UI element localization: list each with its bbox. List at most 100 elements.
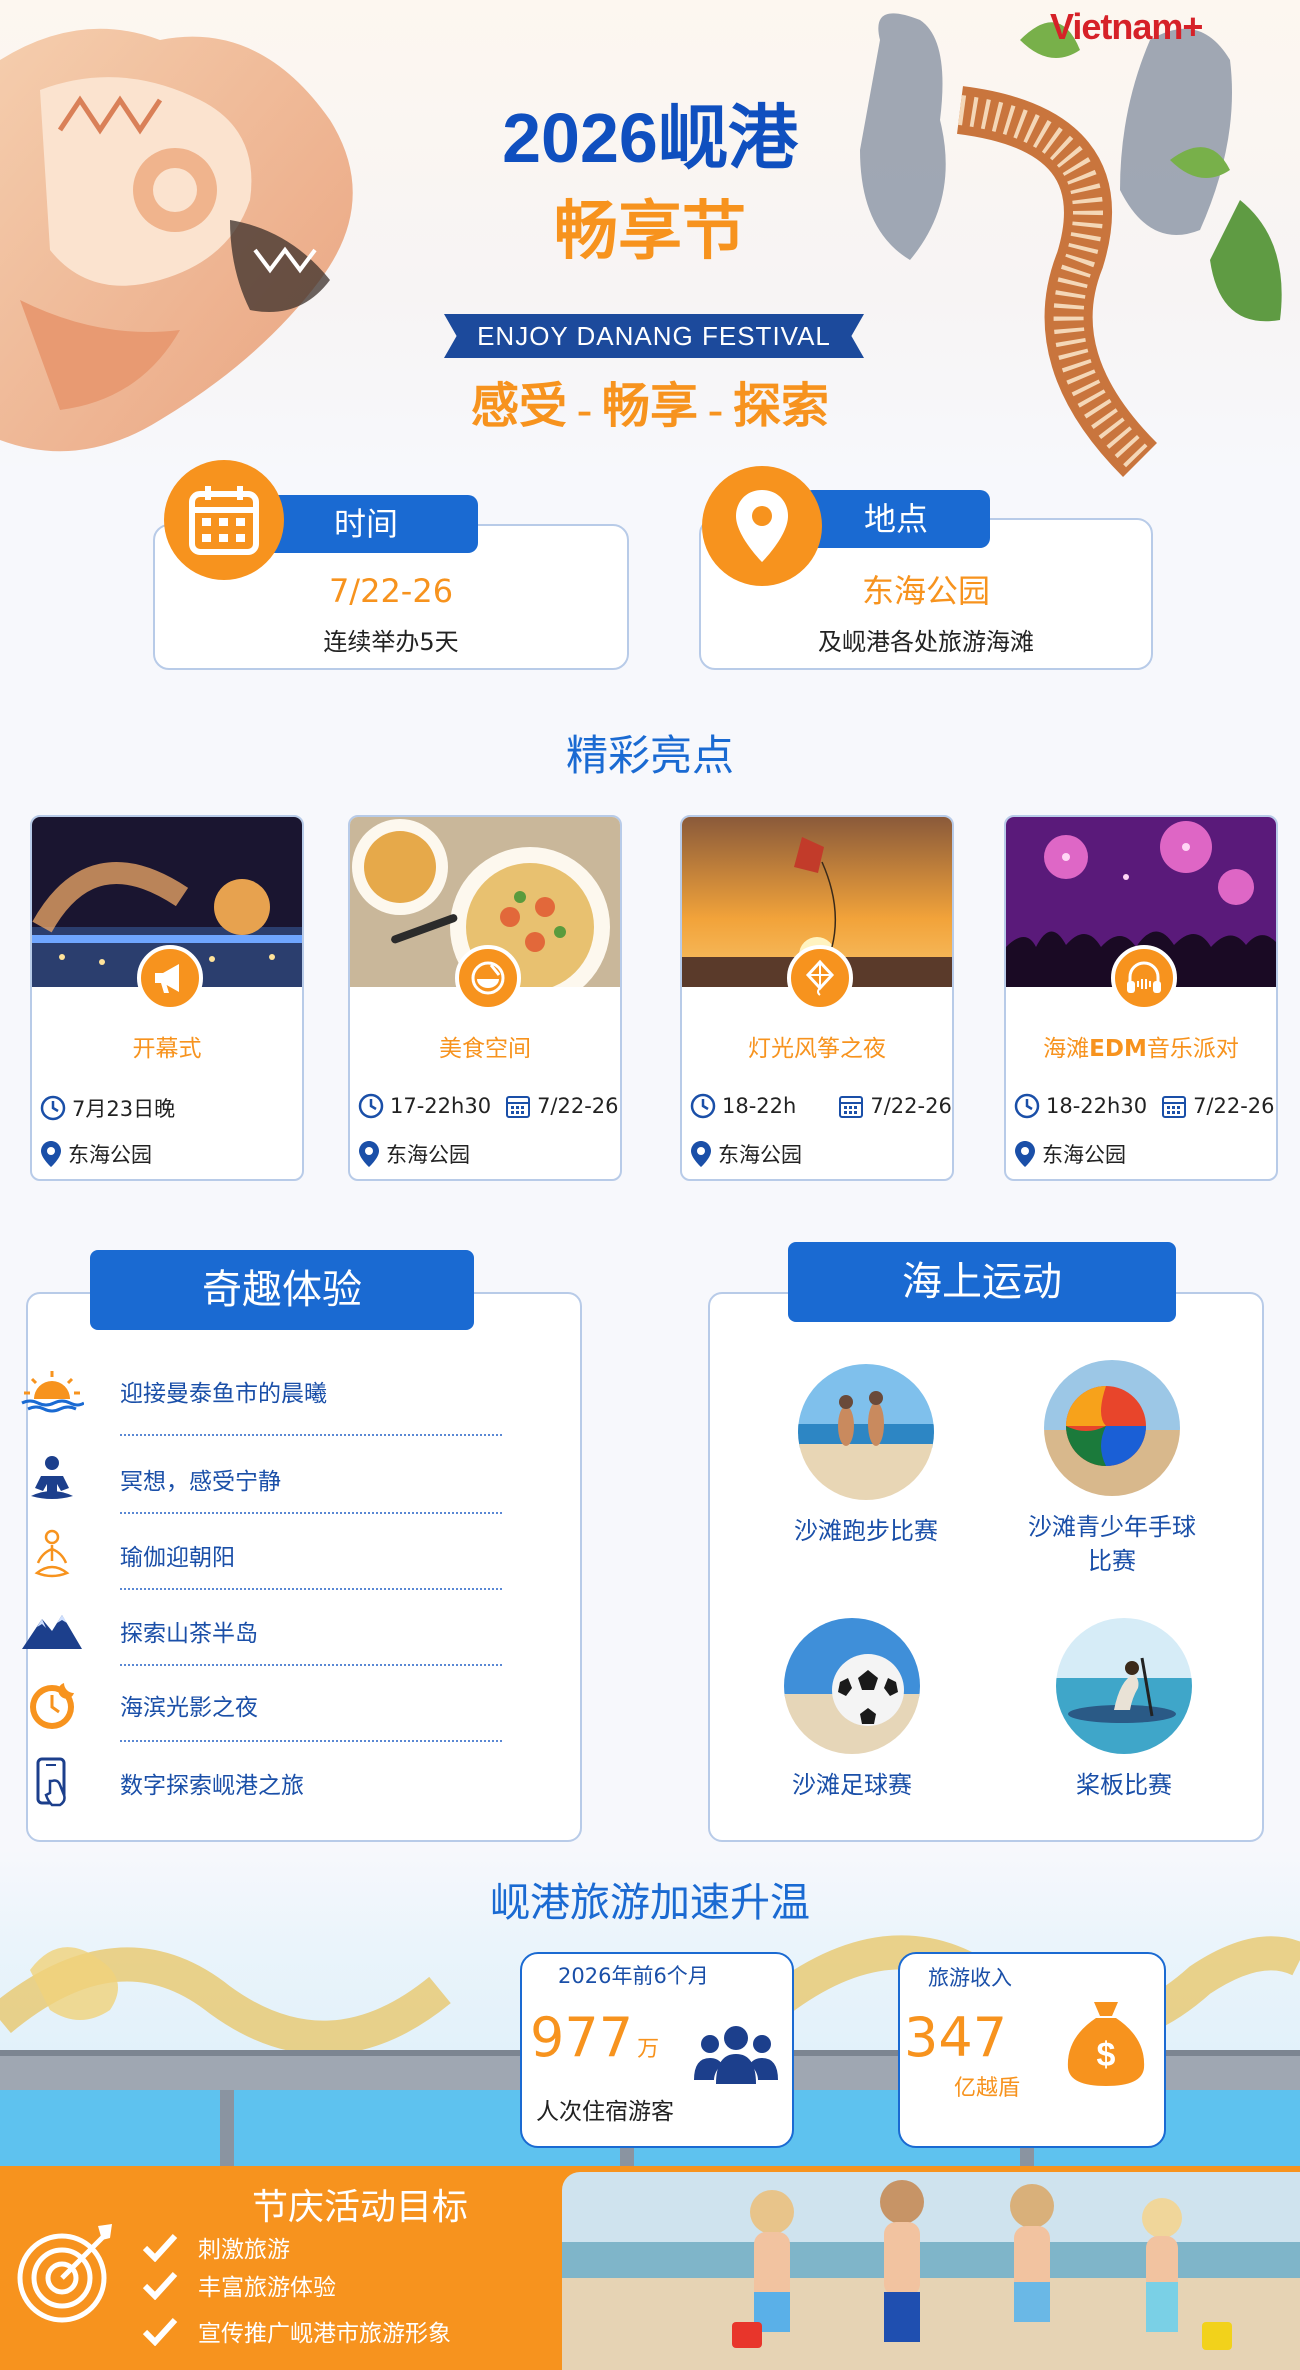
- clock-icon: [40, 1095, 66, 1121]
- tourism-title: 岘港旅游加速升温: [490, 1880, 810, 1926]
- place-sub: 及岘港各处旅游海滩: [818, 628, 1034, 656]
- highlight-card[interactable]: 开幕式 7月23日晚 东海公园: [30, 815, 304, 1181]
- checkmark-icon: [142, 2317, 178, 2346]
- checkmark-icon: [142, 2233, 178, 2262]
- location-pin-icon: [691, 1141, 711, 1167]
- highlight-place-row: 东海公园: [1014, 1139, 1126, 1169]
- highlight-title: 开幕式: [132, 1036, 202, 1062]
- highlight-time-row: 18-22h30 7/22-26: [1014, 1093, 1275, 1119]
- sport-item[interactable]: 桨板比赛: [1014, 1618, 1234, 1802]
- experience-item[interactable]: 探索山茶半岛: [20, 1596, 500, 1666]
- smartphone-icon: [20, 1755, 84, 1811]
- paddleboard-photo: [1056, 1618, 1192, 1754]
- time-dates: 7/22-26: [328, 572, 454, 610]
- highlight-date: 7/22-26: [537, 1094, 619, 1118]
- experience-item[interactable]: 冥想，感受宁静: [20, 1444, 500, 1514]
- divider: [120, 1664, 502, 1666]
- slogan-separator: –: [576, 395, 592, 430]
- visitors-unit: 万: [637, 2037, 660, 2062]
- experiences-tab: 奇趣体验: [90, 1250, 474, 1330]
- highlight-card[interactable]: 美食空间 17-22h30 7/22-26 东海公园: [348, 815, 622, 1181]
- place-tab: 地点: [802, 490, 990, 548]
- experience-item[interactable]: 迎接曼泰鱼市的晨曦: [20, 1356, 500, 1426]
- festival-english-ribbon: ENJOY DANANG FESTIVAL 2026: [444, 314, 864, 358]
- sport-item[interactable]: 沙滩足球赛: [742, 1618, 962, 1802]
- location-pin-icon: [1015, 1141, 1035, 1167]
- festival-slogan: 感受 – 畅享 – 探索: [300, 366, 1000, 436]
- sport-item[interactable]: 沙滩青少年手球 比赛: [1002, 1360, 1222, 1578]
- highlight-place: 东海公园: [1042, 1143, 1126, 1167]
- experience-item[interactable]: 海滨光影之夜: [20, 1670, 500, 1740]
- goal-item: 丰富旅游体验: [142, 2268, 336, 2302]
- slogan-word: 畅享: [601, 378, 698, 434]
- time-duration: 连续举办5天: [323, 628, 459, 656]
- highlight-card[interactable]: 灯光风筝之夜 18-22h 7/22-26 东海公园: [680, 815, 954, 1181]
- highlight-time-row: 7月23日晚: [40, 1093, 175, 1123]
- experience-label: 数字探索岘港之旅: [120, 1773, 304, 1799]
- people-icon: [694, 2022, 778, 2092]
- clock-icon: [690, 1093, 716, 1119]
- festival-subtitle: 畅享节: [554, 195, 746, 269]
- divider: [120, 1740, 502, 1742]
- experience-label: 冥想，感受宁静: [120, 1469, 281, 1495]
- title-city: 岘港: [657, 99, 798, 177]
- goal-item: 刺激旅游: [142, 2230, 290, 2264]
- sport-item[interactable]: 沙滩跑步比赛: [756, 1364, 976, 1548]
- sunrise-icon: [20, 1363, 84, 1419]
- experience-label: 海滨光影之夜: [120, 1695, 258, 1721]
- megaphone-icon: [137, 945, 203, 1011]
- highlights-title: 精彩亮点: [565, 731, 734, 780]
- experience-item[interactable]: 瑜伽迎朝阳: [20, 1520, 500, 1590]
- highlight-place: 东海公园: [718, 1143, 802, 1167]
- highlight-place: 东海公园: [68, 1143, 152, 1167]
- visitors-value: 977: [530, 2006, 634, 2069]
- sports-tab: 海上运动: [788, 1242, 1176, 1322]
- festival-title: 2026岘港: [300, 82, 1000, 183]
- highlight-date: 7/22-26: [870, 1094, 952, 1118]
- kite-icon: [787, 945, 853, 1011]
- highlight-date: 7/22-26: [1193, 1094, 1275, 1118]
- beach-ball-photo: [1044, 1360, 1180, 1496]
- checkmark-icon: [142, 2271, 178, 2300]
- calendar-small-icon: [839, 1096, 864, 1118]
- time-tab: 时间: [254, 495, 478, 553]
- slogan-word: 探索: [733, 378, 830, 434]
- moon-clock-icon: [20, 1677, 84, 1733]
- highlight-time: 18-22h30: [1046, 1094, 1148, 1118]
- goal-label: 宣传推广岘港市旅游形象: [198, 2321, 451, 2347]
- highlight-title: 灯光风筝之夜: [748, 1036, 886, 1062]
- beach-run-photo: [798, 1364, 934, 1500]
- highlight-time-row: 18-22h 7/22-26: [690, 1093, 952, 1119]
- experience-item[interactable]: 数字探索岘港之旅: [20, 1748, 500, 1818]
- sport-label: 沙滩青少年手球 比赛: [1002, 1510, 1222, 1578]
- money-bag-icon: $: [1066, 1998, 1146, 2092]
- calendar-small-icon: [1162, 1096, 1187, 1118]
- experience-label: 瑜伽迎朝阳: [120, 1545, 235, 1571]
- revenue-title: 旅游收入: [928, 1966, 1012, 1990]
- slogan-separator: –: [708, 395, 723, 430]
- goals-title: 节庆活动目标: [252, 2187, 469, 2228]
- goal-item: 宣传推广岘港市旅游形象: [142, 2314, 451, 2348]
- vietnamplus-logo[interactable]: Vietnam+: [1050, 6, 1203, 48]
- title-part: 音乐派对: [1146, 1036, 1239, 1062]
- goal-label: 丰富旅游体验: [198, 2275, 336, 2301]
- clock-icon: [358, 1093, 384, 1119]
- highlight-place: 东海公园: [386, 1143, 470, 1167]
- highlight-card[interactable]: 海滩EDM音乐派对 18-22h30 7/22-26 东海公园: [1004, 815, 1278, 1181]
- target-icon: [14, 2220, 120, 2330]
- divider: [120, 1588, 502, 1590]
- mountain-icon: [20, 1603, 84, 1659]
- highlight-place-row: 东海公园: [40, 1139, 152, 1169]
- visitors-value-row: 977 万: [530, 2006, 659, 2069]
- location-pin-icon: [359, 1141, 379, 1167]
- soccer-ball-photo: [784, 1618, 920, 1754]
- experience-label: 探索山茶半岛: [120, 1621, 258, 1647]
- sport-label-line: 比赛: [1088, 1547, 1136, 1575]
- goal-label: 刺激旅游: [198, 2237, 290, 2263]
- sport-label-line: 沙滩青少年手球: [1028, 1513, 1196, 1541]
- visitors-desc: 人次住宿游客: [536, 2099, 674, 2125]
- highlight-time: 18-22h: [722, 1094, 797, 1118]
- sport-label: 沙滩足球赛: [792, 1771, 912, 1799]
- food-bowl-icon: [455, 945, 521, 1011]
- highlight-title: 美食空间: [439, 1036, 531, 1062]
